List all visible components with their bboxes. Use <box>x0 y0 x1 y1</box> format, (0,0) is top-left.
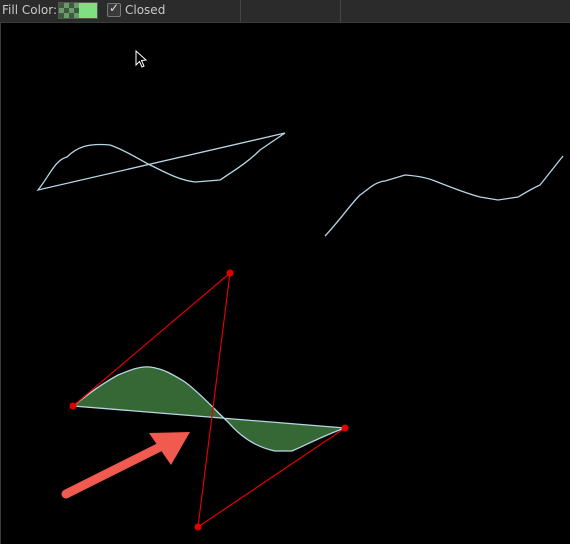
closed-curve-shape[interactable] <box>36 132 286 192</box>
mouse-cursor-icon <box>135 49 148 68</box>
control-point[interactable] <box>194 523 202 531</box>
control-point[interactable] <box>341 424 349 432</box>
annotation-arrow-icon <box>61 432 190 499</box>
control-point[interactable] <box>226 269 234 277</box>
canvas-drawing <box>36 49 564 531</box>
open-curve-shape[interactable] <box>324 155 564 237</box>
control-point[interactable] <box>69 402 77 410</box>
